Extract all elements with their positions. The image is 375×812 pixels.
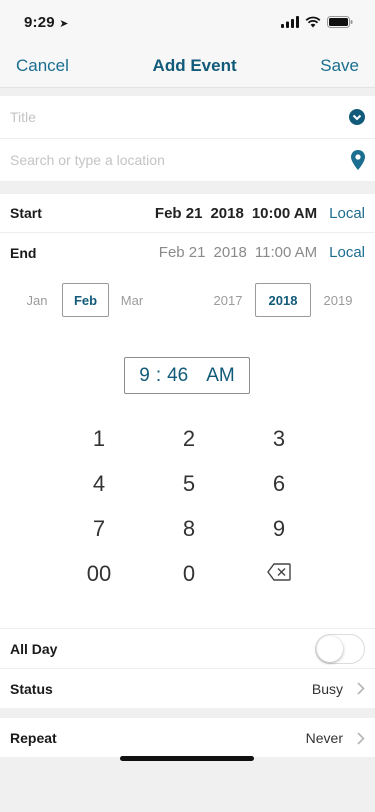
footer-area [0, 757, 375, 812]
start-row[interactable]: Start Feb 21 2018 10:00 AM Local [0, 194, 375, 233]
location-field[interactable]: Search or type a location [0, 139, 375, 182]
key-9[interactable]: 9 [234, 516, 324, 542]
end-date[interactable]: Feb 21 [159, 244, 206, 261]
save-button[interactable]: Save [320, 56, 359, 76]
status-label: Status [10, 680, 53, 697]
battery-icon [327, 16, 353, 28]
key-3[interactable]: 3 [234, 426, 324, 452]
key-7[interactable]: 7 [54, 516, 144, 542]
keypad-row: 4 5 6 [54, 461, 324, 506]
wifi-icon [305, 16, 321, 28]
status-row[interactable]: Status Busy [0, 668, 375, 708]
repeat-value-group: Never [306, 730, 365, 746]
end-values: Feb 21 2018 11:00 AM Local [159, 244, 365, 261]
status-value-group: Busy [312, 681, 365, 697]
start-year[interactable]: 2018 [210, 205, 243, 222]
cancel-button[interactable]: Cancel [16, 56, 69, 76]
home-indicator[interactable] [120, 756, 254, 761]
chevron-right-icon [357, 682, 365, 695]
chevron-down-circle-icon[interactable] [349, 109, 365, 125]
end-time[interactable]: 11:00 AM [255, 244, 317, 261]
start-label: Start [10, 205, 42, 221]
status-value: Busy [311, 680, 343, 697]
toggle-knob [317, 635, 343, 662]
all-day-label: All Day [10, 640, 58, 657]
key-4[interactable]: 4 [54, 471, 144, 497]
status-bar: 9:29 ➤ [0, 0, 375, 44]
time-hour: 9 [139, 364, 150, 386]
status-time: 9:29 ➤ [24, 14, 69, 31]
year-prev[interactable]: 2017 [205, 293, 251, 308]
month-selected[interactable]: Feb [62, 283, 109, 317]
repeat-label: Repeat [10, 730, 57, 746]
signal-icon [281, 16, 299, 28]
repeat-row[interactable]: Repeat Never [0, 718, 375, 758]
numeric-keypad: 1 2 3 4 5 6 7 8 9 00 0 [54, 416, 324, 596]
year-selected[interactable]: 2018 [255, 283, 311, 317]
key-1[interactable]: 1 [54, 426, 144, 452]
key-2[interactable]: 2 [144, 426, 234, 452]
location-pin-icon[interactable] [351, 150, 365, 170]
end-row[interactable]: End Feb 21 2018 11:00 AM Local [0, 233, 375, 272]
repeat-value: Never [305, 730, 343, 746]
section-gap [0, 182, 375, 194]
all-day-toggle[interactable] [315, 633, 365, 664]
status-time-text: 9:29 [24, 13, 55, 31]
time-separator: : [155, 364, 162, 386]
time-period: AM [206, 364, 235, 386]
date-picker-row: Jan Feb Mar 2017 2018 2019 [0, 274, 375, 326]
location-placeholder: Search or type a location [10, 152, 165, 168]
end-timezone[interactable]: Local [329, 244, 365, 261]
backspace-icon [267, 562, 291, 581]
nav-bar: Cancel Add Event Save [0, 44, 375, 88]
start-timezone[interactable]: Local [329, 205, 365, 222]
keypad-row: 00 0 [54, 551, 324, 596]
start-values: Feb 21 2018 10:00 AM Local [155, 205, 365, 222]
start-date[interactable]: Feb 21 [155, 205, 203, 222]
key-8[interactable]: 8 [144, 516, 234, 542]
keypad-row: 7 8 9 [54, 506, 324, 551]
month-prev[interactable]: Jan [14, 293, 60, 308]
title-placeholder: Title [10, 109, 36, 125]
time-minute: 46 [167, 364, 189, 386]
key-6[interactable]: 6 [234, 471, 324, 497]
title-field[interactable]: Title [0, 96, 375, 139]
status-icons [281, 16, 353, 28]
end-label: End [10, 244, 37, 261]
section-gap [0, 708, 375, 718]
all-day-row: All Day [0, 628, 375, 668]
chevron-right-icon [357, 731, 365, 745]
end-year[interactable]: 2018 [214, 244, 247, 261]
month-next[interactable]: Mar [109, 293, 155, 308]
page-title: Add Event [152, 55, 237, 75]
location-arrow-icon: ➤ [59, 17, 69, 30]
keypad-row: 1 2 3 [54, 416, 324, 461]
key-0[interactable]: 0 [144, 561, 234, 587]
section-gap [0, 88, 375, 96]
key-00[interactable]: 00 [54, 561, 144, 587]
year-next[interactable]: 2019 [315, 293, 361, 308]
start-time[interactable]: 10:00 AM [252, 205, 317, 222]
time-entry-field[interactable]: 9 : 46 AM [124, 357, 250, 394]
key-5[interactable]: 5 [144, 471, 234, 497]
settings-section: All Day Status Busy Repeat Never [0, 628, 375, 758]
backspace-key[interactable] [234, 561, 324, 587]
